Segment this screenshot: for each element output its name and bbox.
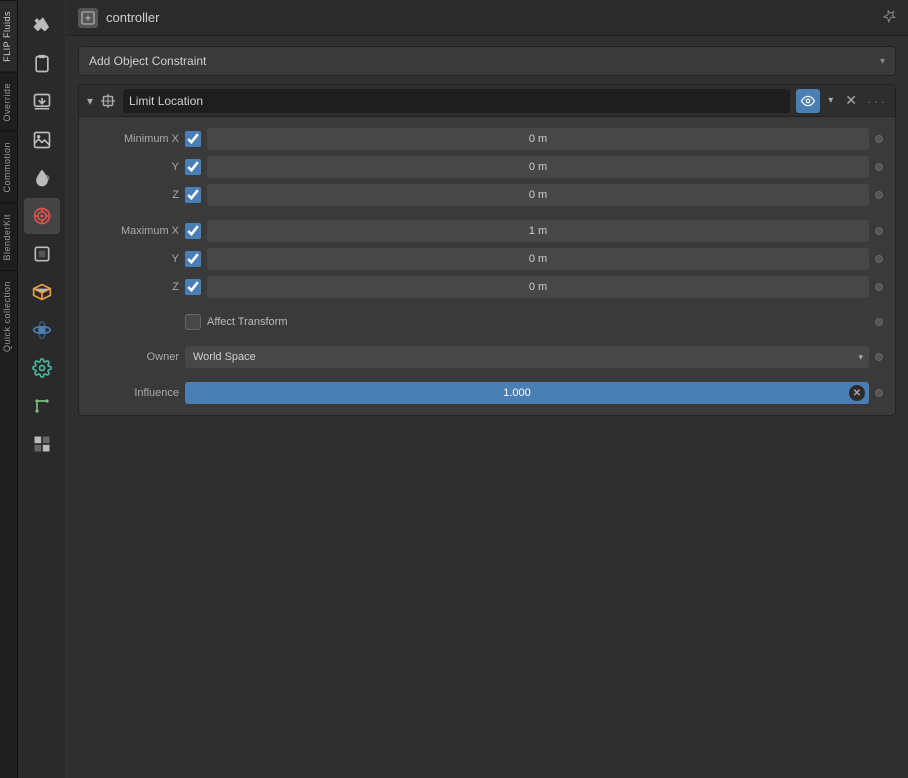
remove-constraint-button[interactable]: ✕ xyxy=(841,90,861,111)
spacer-3 xyxy=(79,335,895,343)
min-y-row: Y xyxy=(79,153,895,181)
min-z-checkbox[interactable] xyxy=(185,187,201,203)
affect-transform-row: Affect Transform xyxy=(79,309,895,335)
min-y-input[interactable] xyxy=(207,156,869,178)
add-constraint-button[interactable]: Add Object Constraint ▾ xyxy=(78,46,896,76)
min-y-label: Y xyxy=(99,161,179,173)
panel-body: Add Object Constraint ▾ ▾ xyxy=(66,36,908,778)
image-icon[interactable] xyxy=(24,122,60,158)
checker-icon[interactable] xyxy=(24,426,60,462)
constraint-header: ▾ ▾ ✕ ··· xyxy=(79,85,895,117)
max-y-checkbox[interactable] xyxy=(185,251,201,267)
spacer-2 xyxy=(79,301,895,309)
influence-input-wrapper: ✕ xyxy=(185,382,869,404)
max-y-label: Y xyxy=(99,253,179,265)
min-x-label: Minimum X xyxy=(99,133,179,145)
max-z-keyframe-dot[interactable] xyxy=(875,283,883,291)
orbit-icon[interactable] xyxy=(24,312,60,348)
icon-sidebar xyxy=(18,0,66,778)
tab-flip-fluids[interactable]: FLIP Fluids xyxy=(0,0,17,72)
more-options-icon[interactable]: ··· xyxy=(867,93,887,109)
expand-options-icon[interactable]: ▾ xyxy=(826,93,835,108)
influence-input[interactable] xyxy=(185,382,869,404)
min-y-checkbox[interactable] xyxy=(185,159,201,175)
header-title: controller xyxy=(106,10,159,25)
min-x-row: Minimum X xyxy=(79,125,895,153)
max-z-label: Z xyxy=(99,281,179,293)
spacer-1 xyxy=(79,209,895,217)
vertical-tab-bar: FLIP Fluids Override Commotion BlenderKi… xyxy=(0,0,18,778)
influence-keyframe-dot[interactable] xyxy=(875,389,883,397)
max-y-input[interactable] xyxy=(207,248,869,270)
constraint-form: Minimum X Y Z xyxy=(79,117,895,415)
clipboard-icon[interactable] xyxy=(24,46,60,82)
main-panel: controller Add Object Constraint ▾ ▾ xyxy=(66,0,908,778)
settings-icon[interactable] xyxy=(24,350,60,386)
tab-override[interactable]: Override xyxy=(0,72,17,132)
max-z-row: Z xyxy=(79,273,895,301)
owner-label: Owner xyxy=(99,351,179,363)
min-x-keyframe-dot[interactable] xyxy=(875,135,883,143)
owner-select-wrapper: World Space Local Space Custom Space ▾ xyxy=(185,346,869,368)
dropdown-arrow-icon: ▾ xyxy=(880,56,885,67)
min-z-input[interactable] xyxy=(207,184,869,206)
max-x-label: Maximum X xyxy=(99,225,179,237)
spacer-4 xyxy=(79,371,895,379)
fluid-icon[interactable] xyxy=(24,160,60,196)
max-z-input[interactable] xyxy=(207,276,869,298)
max-y-keyframe-dot[interactable] xyxy=(875,255,883,263)
tab-blenderkit[interactable]: BlenderKit xyxy=(0,203,17,271)
influence-label: Influence xyxy=(99,387,179,399)
max-z-checkbox[interactable] xyxy=(185,279,201,295)
affect-transform-checkbox[interactable] xyxy=(185,314,201,330)
owner-row: Owner World Space Local Space Custom Spa… xyxy=(79,343,895,371)
pin-icon[interactable] xyxy=(876,5,901,30)
max-x-input[interactable] xyxy=(207,220,869,242)
max-y-row: Y xyxy=(79,245,895,273)
min-x-checkbox[interactable] xyxy=(185,131,201,147)
tools-icon[interactable] xyxy=(24,8,60,44)
min-y-keyframe-dot[interactable] xyxy=(875,163,883,171)
min-z-label: Z xyxy=(99,189,179,201)
add-constraint-label: Add Object Constraint xyxy=(89,54,206,68)
owner-keyframe-dot[interactable] xyxy=(875,353,883,361)
affect-transform-dot[interactable] xyxy=(875,318,883,326)
min-z-keyframe-dot[interactable] xyxy=(875,191,883,199)
min-z-row: Z xyxy=(79,181,895,209)
cube-icon[interactable] xyxy=(24,274,60,310)
tab-quick-collection[interactable]: Quick collection xyxy=(0,270,17,362)
min-x-input[interactable] xyxy=(207,128,869,150)
affect-transform-label: Affect Transform xyxy=(207,316,869,328)
max-x-keyframe-dot[interactable] xyxy=(875,227,883,235)
box-icon[interactable] xyxy=(24,236,60,272)
constraint-type-icon xyxy=(99,92,117,110)
max-x-checkbox[interactable] xyxy=(185,223,201,239)
branch-icon[interactable] xyxy=(24,388,60,424)
panel-header: controller xyxy=(66,0,908,36)
tab-commotion[interactable]: Commotion xyxy=(0,131,17,203)
visibility-toggle[interactable] xyxy=(796,89,820,113)
influence-row: Influence ✕ xyxy=(79,379,895,407)
collapse-button[interactable]: ▾ xyxy=(87,94,93,108)
import-icon[interactable] xyxy=(24,84,60,120)
constraint-block: ▾ ▾ ✕ ··· xyxy=(78,84,896,416)
influence-clear-button[interactable]: ✕ xyxy=(849,385,865,401)
owner-select[interactable]: World Space Local Space Custom Space xyxy=(185,346,869,368)
constraint-name-input[interactable] xyxy=(123,89,790,113)
header-icon xyxy=(78,8,98,28)
max-x-row: Maximum X xyxy=(79,217,895,245)
constraint-icon[interactable] xyxy=(24,198,60,234)
